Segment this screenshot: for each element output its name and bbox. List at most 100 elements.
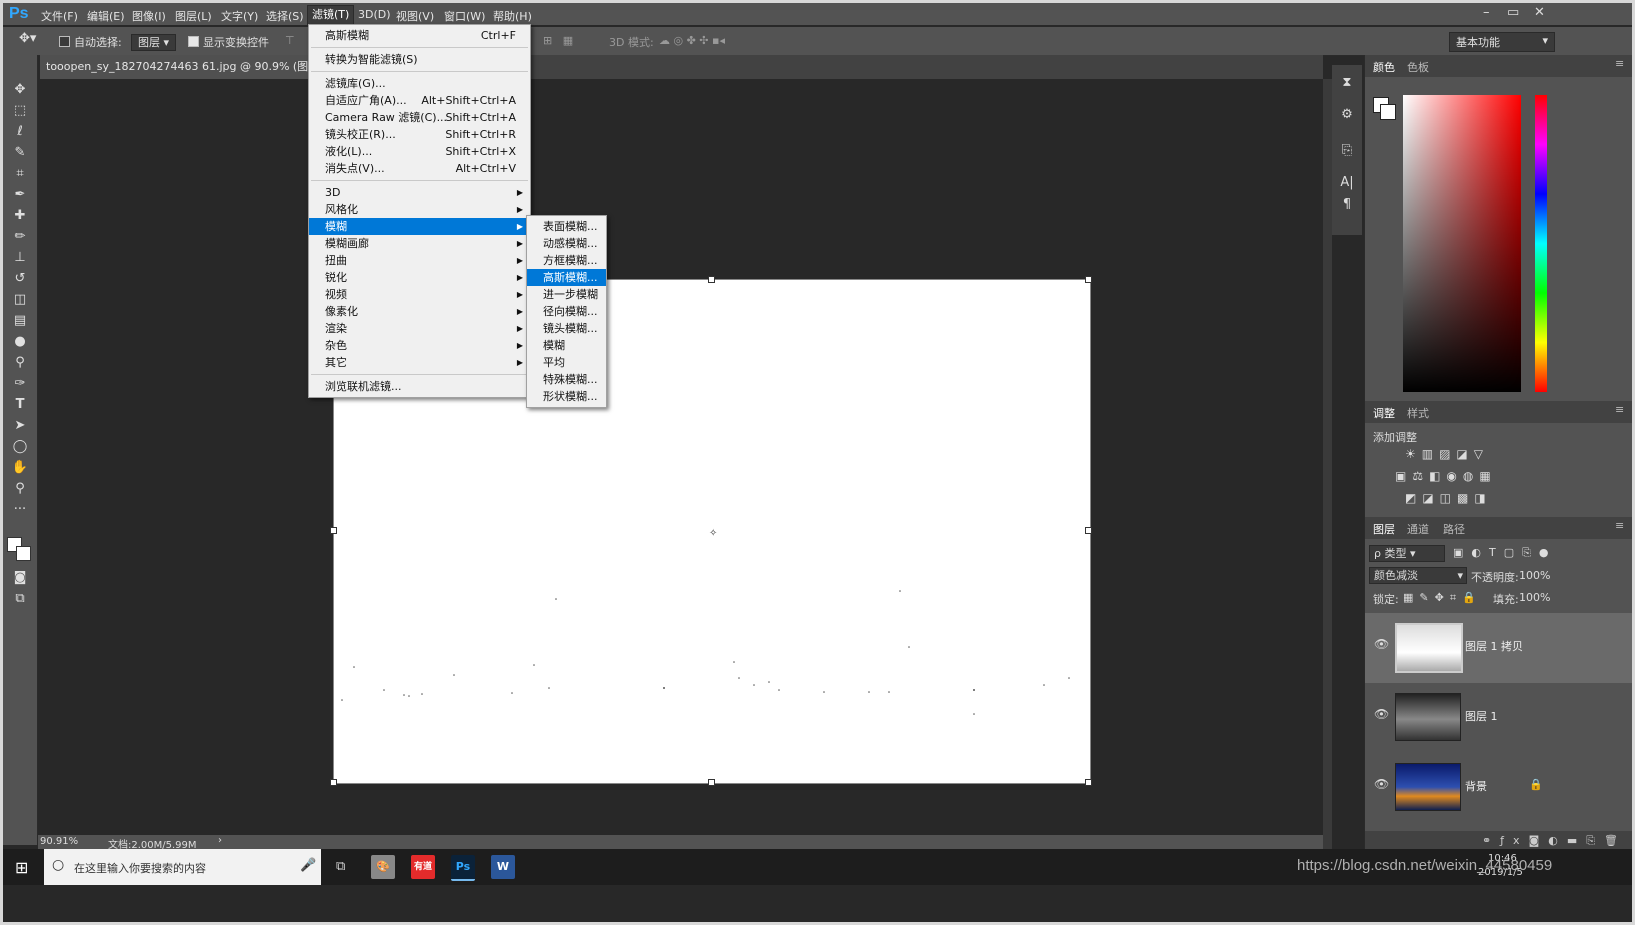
transform-handle[interactable] [1085, 779, 1092, 786]
distribute-icons[interactable]: ⊞ ▦ [543, 34, 573, 47]
restore-icon[interactable]: ▭ [1507, 5, 1519, 20]
properties-panel-icon[interactable]: ⚙ [1338, 107, 1356, 125]
history-brush-icon[interactable]: ↺ [9, 270, 31, 288]
healing-tool-icon[interactable]: ✚ [9, 207, 31, 225]
blur-submenu-item[interactable]: 方框模糊... [527, 252, 606, 269]
menu-help[interactable]: 帮助(H) [493, 8, 532, 24]
photoshop-taskbar-icon[interactable]: Ps [451, 855, 475, 881]
clone-source-icon[interactable]: ⎘ [1338, 143, 1356, 161]
blur-submenu-item[interactable]: 平均 [527, 354, 606, 371]
crop-tool-icon[interactable]: ⌗ [9, 165, 31, 183]
color-picker-field[interactable] [1403, 95, 1521, 392]
lasso-tool-icon[interactable]: ℓ [9, 123, 31, 141]
menu-edit[interactable]: 编辑(E) [87, 8, 125, 24]
filter-menu-item[interactable]: 消失点(V)... Alt+Ctrl+V [309, 160, 530, 177]
panel-menu-icon[interactable]: ≡ [1615, 403, 1624, 416]
lock-icons[interactable]: ▦✎✥⌗🔒 [1403, 591, 1482, 605]
history-panel-icon[interactable]: ⧗ [1338, 75, 1356, 93]
youdao-app-icon[interactable]: 有道 [411, 855, 435, 879]
blur-submenu-item[interactable]: 形状模糊... [527, 388, 606, 405]
eyedropper-tool-icon[interactable]: ✒ [9, 186, 31, 204]
adjustment-icons-row2[interactable]: ▣⚖◧◉◍▦ [1395, 469, 1497, 483]
minimize-icon[interactable]: – [1483, 5, 1490, 20]
ellipse-tool-icon[interactable]: ◯ [9, 438, 31, 456]
filter-menu-item[interactable]: 液化(L)... Shift+Ctrl+X [309, 143, 530, 160]
zoom-level[interactable]: 90.91% [40, 836, 78, 847]
filter-menu-item[interactable]: 3D ▶ [309, 184, 530, 201]
eye-icon[interactable]: 👁 [1374, 777, 1389, 791]
transform-handle[interactable] [1085, 527, 1092, 534]
blend-mode-dropdown[interactable]: 颜色减淡 ▾ [1369, 567, 1467, 584]
filter-menu-item[interactable]: 杂色 ▶ [309, 337, 530, 354]
filter-menu-item[interactable]: 视频 ▶ [309, 286, 530, 303]
document-tab[interactable]: tooopen_sy_182704274463 61.jpg @ 90.9% (… [40, 55, 318, 79]
menu-type[interactable]: 文字(Y) [221, 8, 258, 24]
transform-center-icon[interactable]: ✧ [709, 528, 717, 539]
status-arrow-icon[interactable]: › [218, 835, 222, 846]
blur-submenu-item[interactable]: 动感模糊... [527, 235, 606, 252]
filter-menu-item[interactable]: 转换为智能滤镜(S) [309, 51, 530, 68]
hand-tool-icon[interactable]: ✋ [9, 459, 31, 477]
canvas-area[interactable]: ✧ [38, 79, 1323, 835]
auto-select-checkbox[interactable]: 自动选择: [59, 34, 122, 50]
filter-menu-item[interactable]: 其它 ▶ [309, 354, 530, 371]
filter-menu-item[interactable]: Camera Raw 滤镜(C)... Shift+Ctrl+A [309, 109, 530, 126]
layer-row-selected[interactable]: 👁 图层 1 拷贝 [1365, 613, 1632, 683]
filter-menu-item[interactable]: 模糊画廊 ▶ [309, 235, 530, 252]
panel-menu-icon[interactable]: ≡ [1615, 519, 1624, 532]
microphone-icon[interactable]: 🎤 [300, 858, 316, 873]
blur-submenu-item[interactable]: 高斯模糊... [527, 269, 606, 286]
fill-field[interactable]: 100% [1519, 591, 1550, 604]
layer-name[interactable]: 图层 1 [1465, 708, 1498, 724]
transform-handle[interactable] [1085, 276, 1092, 283]
quick-select-tool-icon[interactable]: ✎ [9, 144, 31, 162]
layer-kind-filter[interactable]: ρ 类型 ▾ [1369, 545, 1445, 562]
eraser-tool-icon[interactable]: ◫ [9, 291, 31, 309]
filter-menu-item[interactable]: 渲染 ▶ [309, 320, 530, 337]
blur-tool-icon[interactable]: ● [9, 333, 31, 351]
move-tool-icon[interactable]: ✥▾ [19, 31, 36, 46]
blur-submenu-item[interactable]: 模糊 [527, 337, 606, 354]
filter-menu-item[interactable]: 风格化 ▶ [309, 201, 530, 218]
layers-panel-footer-icons[interactable]: ⚭ƒx◙◐▬⎘🗑 [1365, 831, 1632, 850]
layer-name[interactable]: 图层 1 拷贝 [1465, 638, 1523, 654]
hue-slider[interactable] [1535, 95, 1547, 392]
menu-image[interactable]: 图像(I) [132, 8, 166, 24]
transform-handle[interactable] [708, 276, 715, 283]
show-transform-checkbox[interactable]: 显示变换控件 [188, 34, 269, 50]
tab-styles[interactable]: 样式 [1407, 405, 1429, 421]
layer-filter-icons[interactable]: ▣◐T▢⎘● [1453, 546, 1557, 560]
marquee-tool-icon[interactable]: ⬚ [9, 102, 31, 120]
filter-menu-item[interactable]: 锐化 ▶ [309, 269, 530, 286]
tab-channels[interactable]: 通道 [1407, 521, 1429, 537]
menu-select[interactable]: 选择(S) [266, 8, 304, 24]
vertical-scrollbar[interactable] [1323, 79, 1332, 849]
blur-submenu-item[interactable]: 镜头模糊... [527, 320, 606, 337]
filter-menu-item[interactable]: 浏览联机滤镜... [309, 378, 530, 395]
quick-mask-icon[interactable]: ◙ [9, 569, 31, 587]
filter-menu-item[interactable]: 模糊 ▶ [309, 218, 530, 235]
paragraph-panel-icon[interactable]: ¶ [1338, 197, 1356, 215]
dodge-tool-icon[interactable]: ⚲ [9, 354, 31, 372]
3d-mode-icons[interactable]: ☁ ◎ ✤ ✣ ▪◂ [659, 34, 725, 47]
paint-app-icon[interactable]: 🎨 [371, 855, 395, 879]
move-tool-icon[interactable]: ✥ [9, 81, 31, 99]
tab-paths[interactable]: 路径 [1443, 521, 1465, 537]
tab-color[interactable]: 颜色 [1373, 59, 1395, 75]
background-color-swatch[interactable] [1380, 104, 1396, 120]
brush-tool-icon[interactable]: ✏ [9, 228, 31, 246]
eye-icon[interactable]: 👁 [1374, 637, 1389, 651]
menu-window[interactable]: 窗口(W) [444, 8, 485, 24]
eye-icon[interactable]: 👁 [1374, 707, 1389, 721]
align-icons[interactable]: ⊤ [285, 34, 295, 47]
more-tools-icon[interactable]: ··· [9, 501, 31, 519]
blur-submenu-item[interactable]: 径向模糊... [527, 303, 606, 320]
gradient-tool-icon[interactable]: ▤ [9, 312, 31, 330]
layer-name[interactable]: 背景 [1465, 778, 1487, 794]
filter-menu-item[interactable]: 自适应广角(A)... Alt+Shift+Ctrl+A [309, 92, 530, 109]
path-select-icon[interactable]: ➤ [9, 417, 31, 435]
tab-swatches[interactable]: 色板 [1407, 59, 1429, 75]
task-view-icon[interactable]: ⧉ [336, 859, 345, 874]
screen-mode-icon[interactable]: ⧉ [9, 590, 31, 608]
character-panel-icon[interactable]: A| [1338, 175, 1356, 193]
